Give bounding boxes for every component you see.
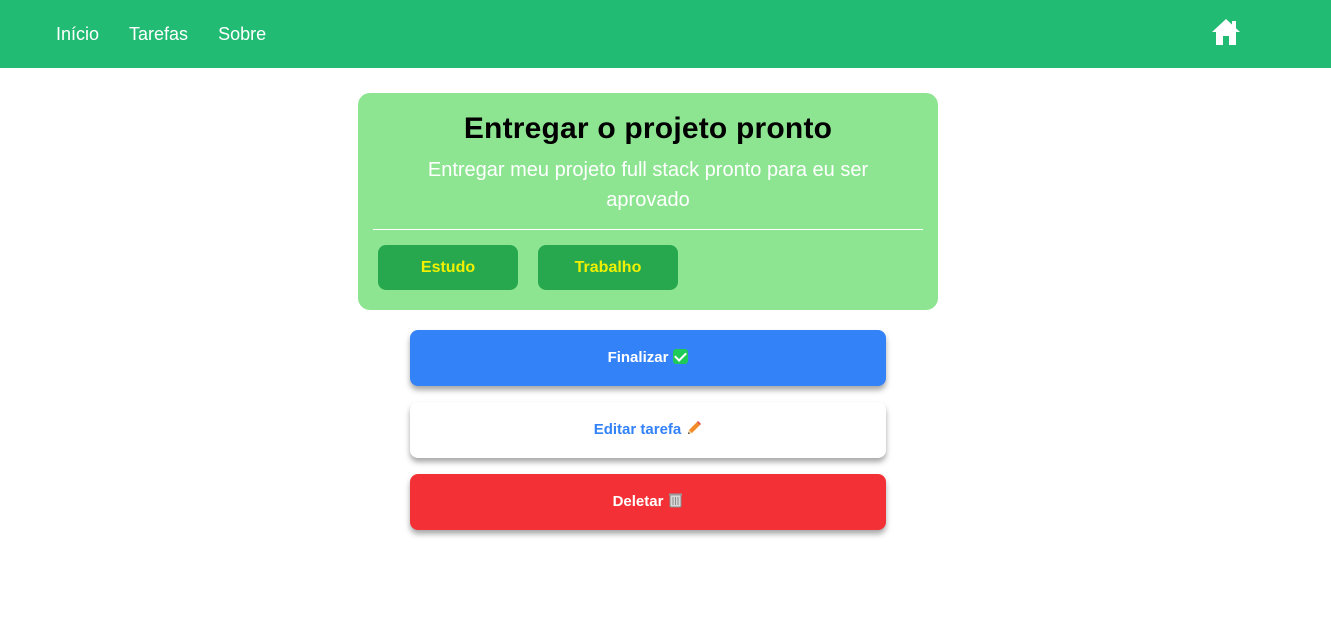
tag-trabalho[interactable]: Trabalho [538,245,678,290]
delete-label: Deletar [612,493,664,510]
card-divider [373,229,923,230]
pencil-icon [688,421,702,434]
task-card: Entregar o projeto pronto Entregar meu p… [358,93,938,310]
edit-label: Editar tarefa [593,421,682,438]
edit-task-button[interactable]: Editar tarefa [410,402,886,458]
top-navbar: Início Tarefas Sobre [0,0,1331,68]
nav-link-sobre[interactable]: Sobre [218,0,266,68]
tag-estudo[interactable]: Estudo [378,245,518,290]
task-title: Entregar o projeto pronto [463,112,833,145]
home-icon[interactable] [1210,16,1242,48]
check-icon [673,349,689,364]
nav-link-tarefas[interactable]: Tarefas [129,0,188,68]
delete-button[interactable]: Deletar [410,474,886,530]
nav-link-inicio[interactable]: Início [56,0,99,68]
finalize-label: Finalizar [607,349,669,366]
task-description: Entregar meu projeto full stack pronto p… [427,159,869,211]
nav-links: Início Tarefas Sobre [56,0,296,68]
trash-icon [669,493,683,508]
finalize-button[interactable]: Finalizar [410,330,886,386]
